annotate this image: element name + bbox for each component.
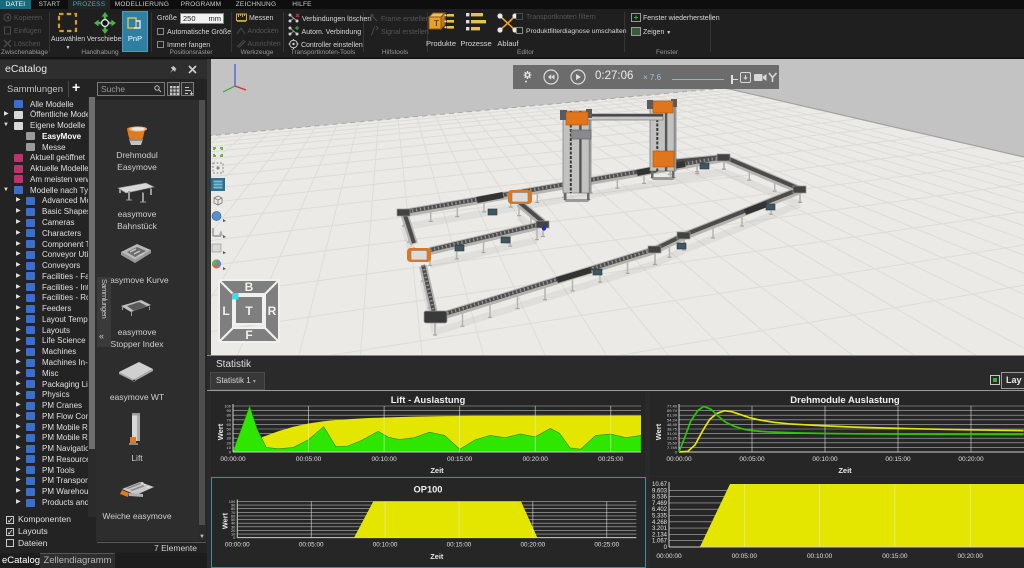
svg-text:8.536: 8.536	[652, 495, 668, 501]
svg-text:20: 20	[227, 440, 232, 445]
svg-text:L: L	[222, 304, 229, 318]
svg-text:00:05:00: 00:05:00	[296, 456, 322, 463]
svg-text:T: T	[434, 19, 439, 28]
svg-text:OP100: OP100	[414, 485, 443, 495]
svg-text:0: 0	[229, 450, 232, 455]
svg-text:B: B	[245, 280, 254, 294]
svg-text:Wert: Wert	[216, 423, 225, 440]
svg-text:00:15:00: 00:15:00	[447, 541, 472, 548]
svg-text:Wert: Wert	[221, 512, 230, 529]
svg-text:6.402: 6.402	[652, 507, 668, 513]
svg-text:Zeit: Zeit	[430, 552, 444, 561]
svg-text:60: 60	[227, 422, 232, 427]
svg-text:30: 30	[227, 436, 232, 441]
svg-text:00:10:00: 00:10:00	[807, 553, 833, 560]
svg-text:F: F	[245, 328, 252, 342]
svg-text:7.469: 7.469	[652, 501, 668, 507]
svg-text:00:25:00: 00:25:00	[598, 456, 624, 463]
svg-text:Zeit: Zeit	[838, 466, 852, 475]
svg-text:0: 0	[675, 450, 678, 455]
svg-text:00:00:00: 00:00:00	[656, 553, 682, 560]
svg-text:Lift - Auslastung: Lift - Auslastung	[391, 395, 466, 406]
svg-text:100: 100	[224, 404, 231, 409]
svg-text:100: 100	[229, 499, 236, 504]
svg-text:2.134: 2.134	[652, 532, 668, 538]
svg-text:00:25:00: 00:25:00	[594, 541, 619, 548]
svg-text:90: 90	[227, 408, 232, 413]
svg-text:00:00:00: 00:00:00	[225, 541, 250, 548]
svg-text:40: 40	[227, 431, 232, 436]
svg-text:00:15:00: 00:15:00	[885, 456, 911, 463]
svg-text:R: R	[268, 304, 277, 318]
svg-text:00:15:00: 00:15:00	[882, 553, 908, 560]
svg-text:00:05:00: 00:05:00	[299, 541, 324, 548]
svg-text:10: 10	[227, 445, 232, 450]
svg-text:00:20:00: 00:20:00	[521, 541, 546, 548]
svg-text:00:00:00: 00:00:00	[220, 456, 246, 463]
svg-text:10.67: 10.67	[652, 482, 668, 488]
svg-text:50: 50	[227, 427, 232, 432]
svg-text:00:10:00: 00:10:00	[812, 456, 838, 463]
svg-text:Wert: Wert	[654, 423, 663, 440]
svg-text:00:05:00: 00:05:00	[739, 456, 765, 463]
svg-text:00:20:00: 00:20:00	[958, 456, 984, 463]
svg-text:4.268: 4.268	[652, 520, 668, 526]
svg-text:Drehmodule Auslastung: Drehmodule Auslastung	[790, 395, 900, 406]
svg-text:1.067: 1.067	[652, 539, 668, 545]
svg-text:80: 80	[227, 413, 232, 418]
svg-text:70: 70	[227, 417, 232, 422]
svg-text:9.603: 9.603	[652, 488, 668, 494]
svg-text:00:20:00: 00:20:00	[958, 553, 984, 560]
svg-text:00:00:00: 00:00:00	[666, 456, 692, 463]
svg-text:5.335: 5.335	[652, 514, 668, 520]
svg-text:Zeit: Zeit	[430, 466, 444, 475]
svg-text:00:20:00: 00:20:00	[523, 456, 549, 463]
svg-text:00:15:00: 00:15:00	[447, 456, 473, 463]
svg-text:00:10:00: 00:10:00	[373, 541, 398, 548]
svg-text:00:10:00: 00:10:00	[371, 456, 397, 463]
svg-text:T: T	[245, 304, 253, 318]
svg-text:3.201: 3.201	[652, 526, 668, 532]
svg-text:00:05:00: 00:05:00	[732, 553, 758, 560]
svg-text:0: 0	[664, 545, 668, 551]
